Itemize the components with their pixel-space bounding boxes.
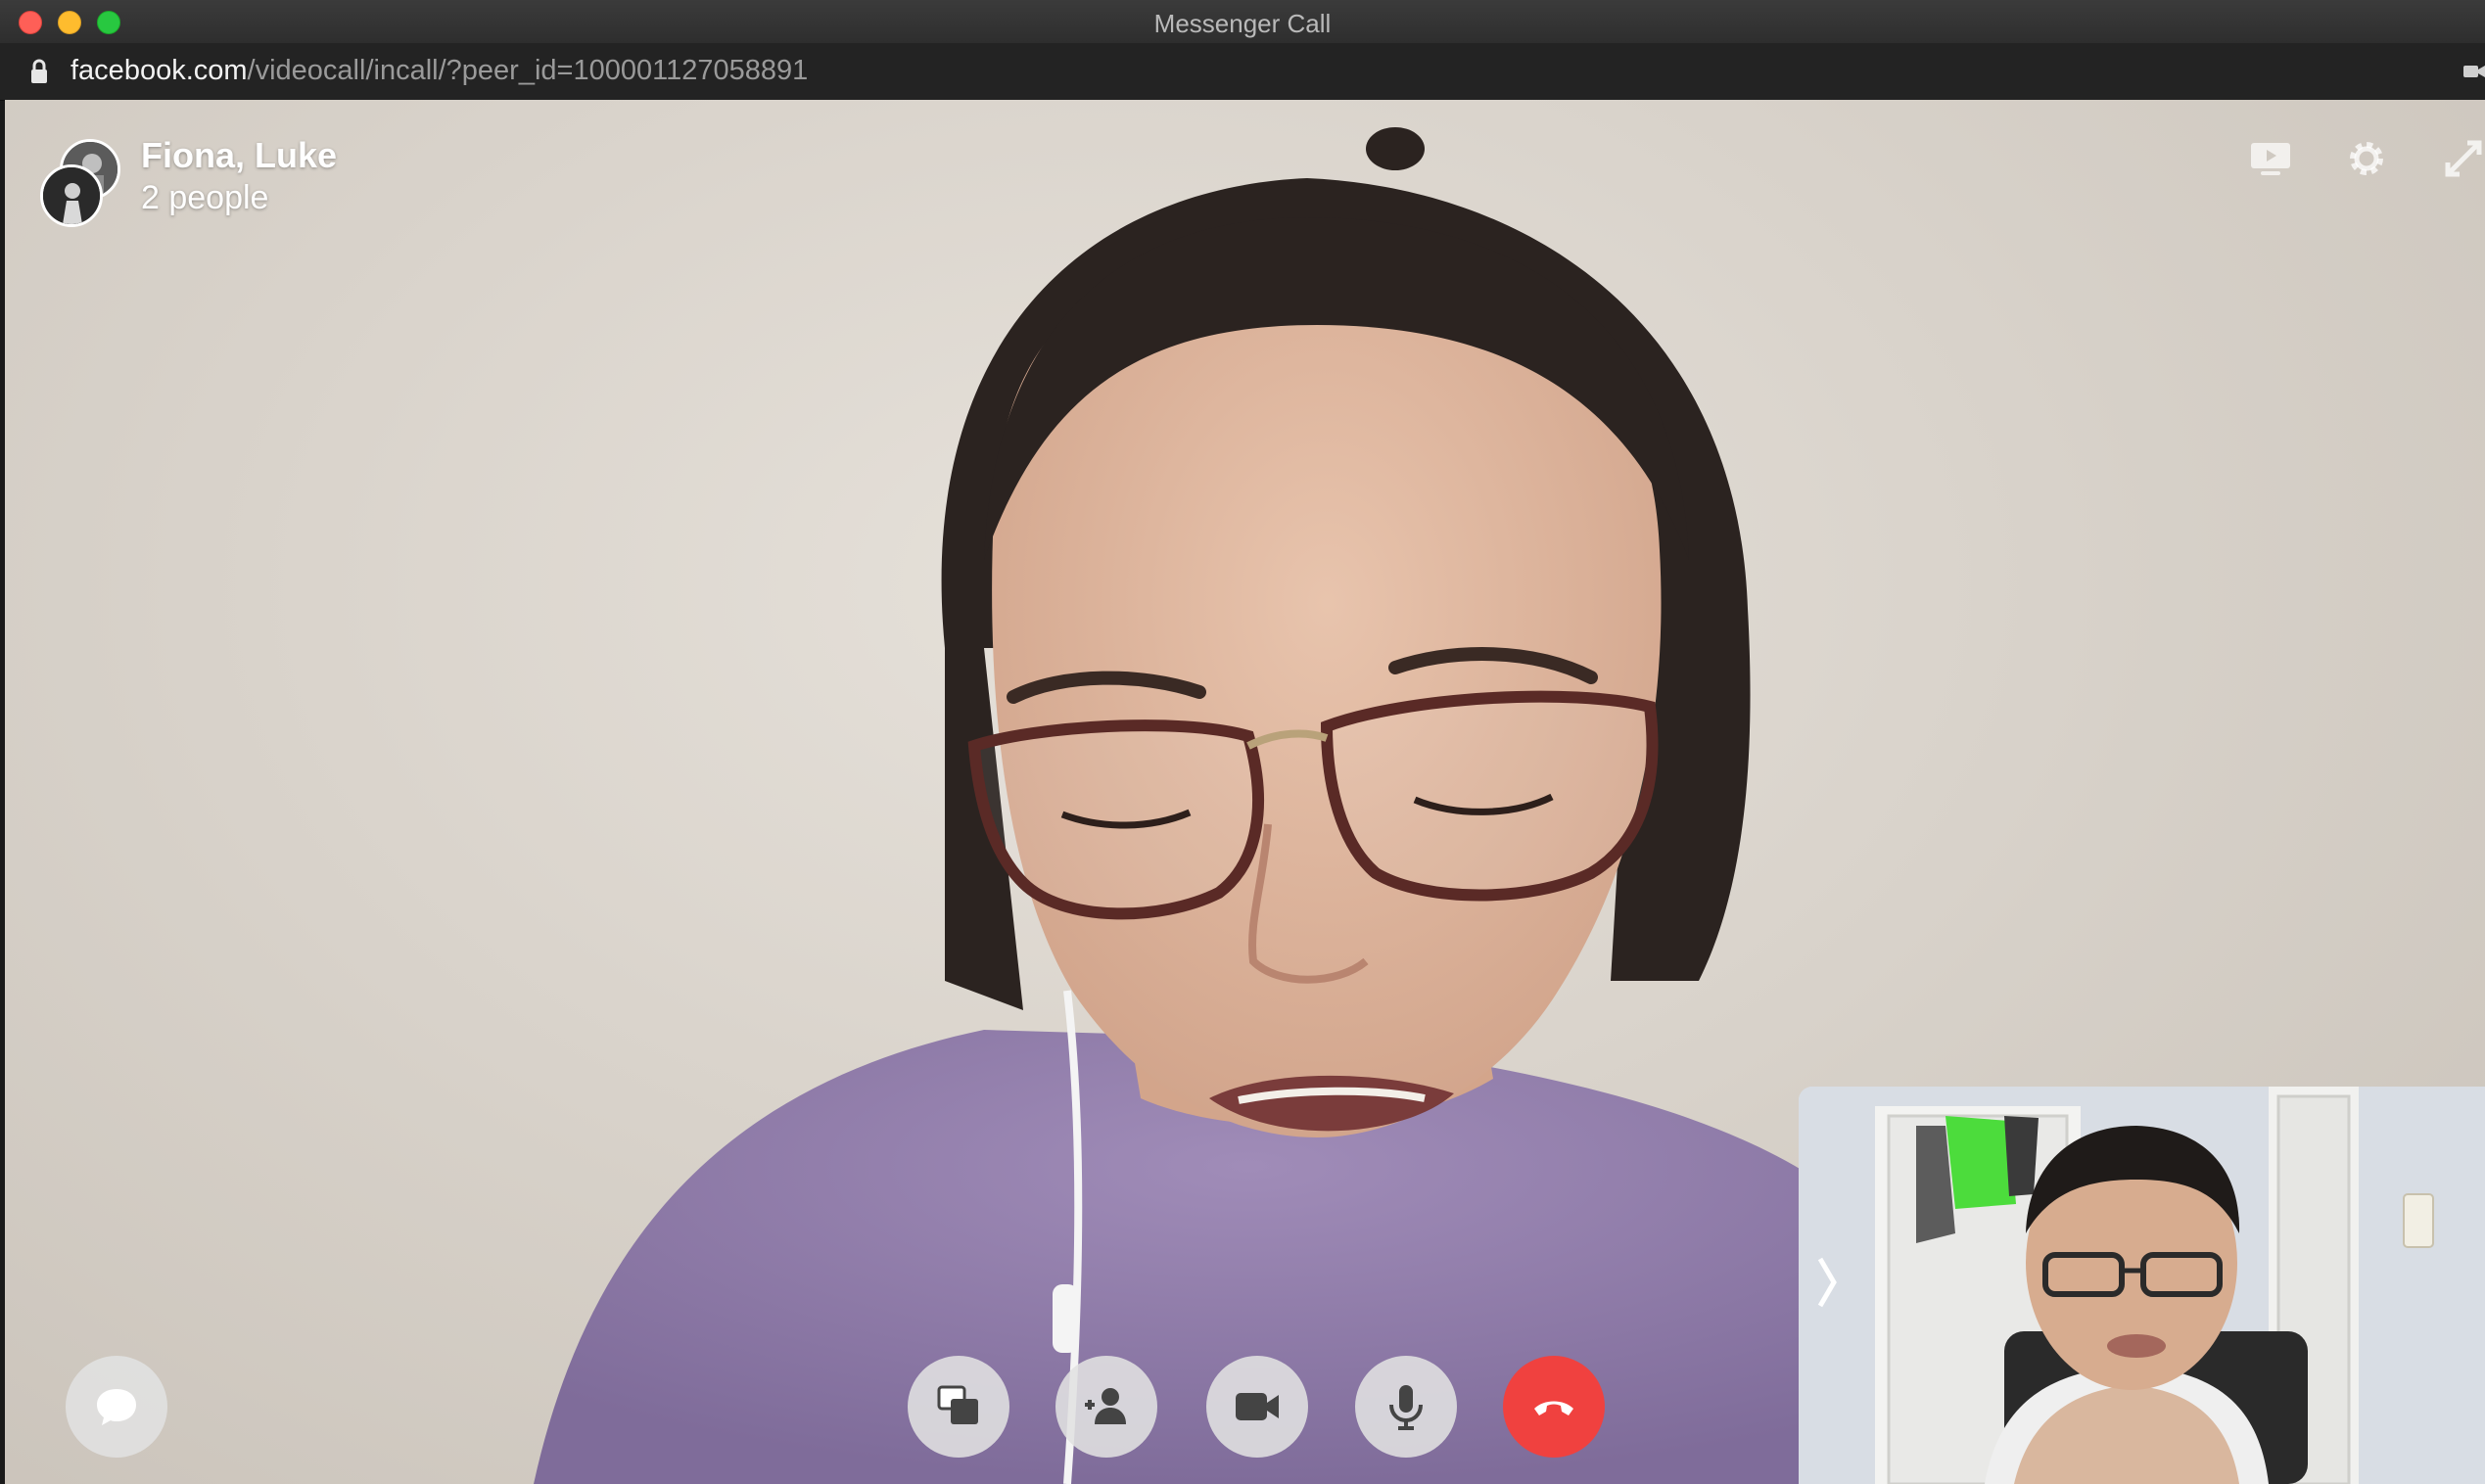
call-participants-title: Fiona, Luke (141, 135, 338, 175)
add-person-icon (1085, 1388, 1126, 1424)
screen-share-icon (937, 1385, 978, 1424)
end-call-icon (1534, 1401, 1573, 1415)
screen-share-button[interactable] (908, 1356, 1009, 1458)
add-person-button[interactable] (1055, 1356, 1157, 1458)
remote-video: Fiona, Luke 2 people (5, 100, 2485, 1484)
video-toggle-button[interactable] (1206, 1356, 1308, 1458)
chevron-right-icon[interactable] (1812, 1253, 1842, 1312)
lock-icon (31, 59, 47, 83)
chat-icon (97, 1389, 136, 1425)
url-text[interactable]: facebook.com/videocall/incall/?peer_id=1… (70, 55, 808, 87)
call-participant-count: 2 people (141, 179, 269, 216)
expand-icon[interactable] (2440, 135, 2485, 182)
microphone-toggle-button[interactable] (1355, 1356, 1457, 1458)
chat-button[interactable] (66, 1356, 167, 1458)
address-bar: facebook.com/videocall/incall/?peer_id=1… (0, 43, 2485, 101)
video-camera-icon (1236, 1393, 1279, 1420)
avatar (40, 164, 103, 227)
url-path: /videocall/incall/?peer_id=1000011270588… (247, 55, 809, 86)
camera-indicator-icon (2463, 66, 2485, 77)
window-title: Messenger Call (1153, 9, 1332, 38)
microphone-icon (1389, 1385, 1423, 1430)
self-view-video-image (1799, 1087, 2485, 1484)
window-titlebar: Messenger Call (0, 0, 2485, 44)
participants-avatar-stack[interactable] (40, 139, 128, 227)
gear-icon[interactable] (2343, 135, 2390, 182)
end-call-button[interactable] (1503, 1356, 1605, 1458)
url-host: facebook.com (70, 55, 248, 86)
self-view-video[interactable] (1799, 1087, 2485, 1484)
screen-icon[interactable] (2247, 135, 2294, 182)
